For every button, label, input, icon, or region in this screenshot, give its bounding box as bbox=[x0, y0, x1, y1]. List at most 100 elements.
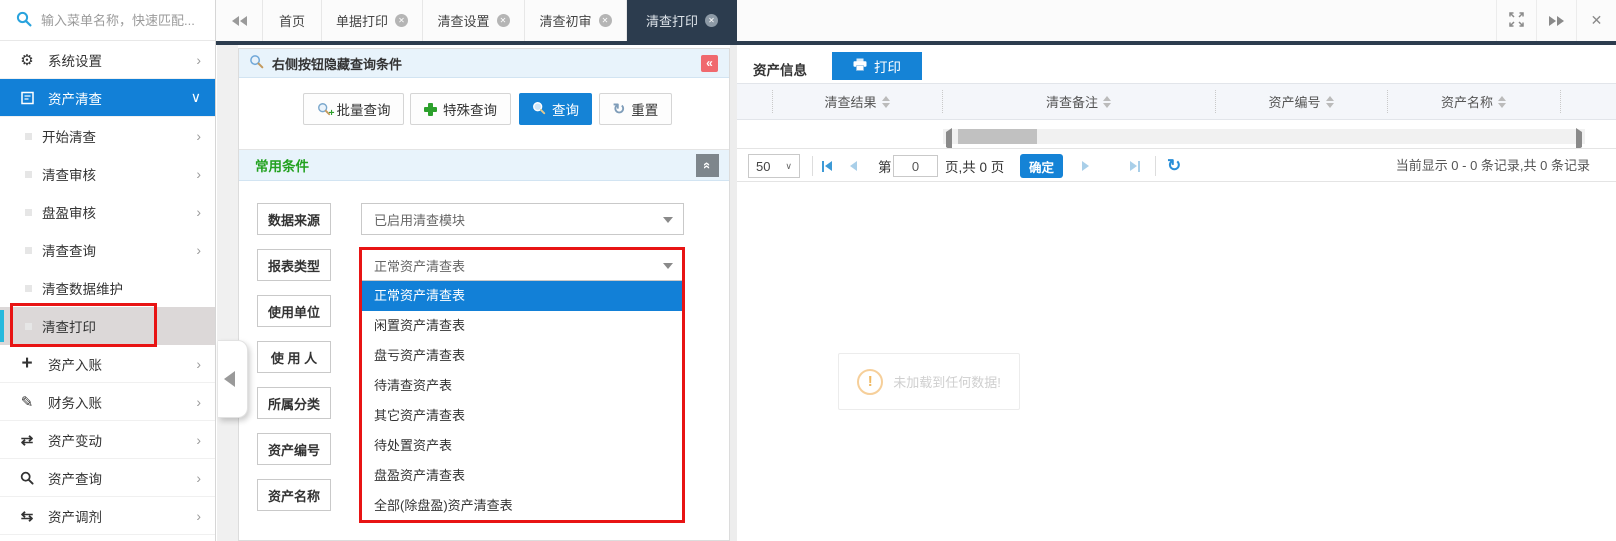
report-type-dropdown: 正常资产清查表 闲置资产清查表 盘亏资产清查表 待清查资产表 其它资产清查表 待… bbox=[362, 281, 682, 521]
panel-divider bbox=[730, 45, 737, 541]
column-header-inventory-result[interactable]: 清查结果 bbox=[772, 84, 942, 119]
page-prefix-label: 第 bbox=[878, 149, 892, 183]
sidebar-item-finance-entry[interactable]: ✎ 财务入账 › bbox=[0, 383, 215, 421]
tab-inventory-first-review[interactable]: 清查初审 ✕ bbox=[525, 0, 627, 41]
search-icon bbox=[16, 471, 38, 485]
magnifier-icon bbox=[249, 54, 264, 72]
chevron-right-icon: › bbox=[196, 470, 201, 486]
asset-panel: 资产信息 打印 清查结果 清查备注 资产编号 资产名称 bbox=[737, 45, 1616, 541]
divider bbox=[812, 156, 813, 176]
close-icon: ✕ bbox=[1591, 12, 1603, 29]
field-label-data-source: 数据来源 bbox=[257, 203, 331, 235]
hide-panel-button[interactable]: « bbox=[701, 55, 718, 72]
sidebar-item-asset-adjust[interactable]: ⇆ 资产调剂 › bbox=[0, 497, 215, 535]
refresh-button[interactable]: ↻ bbox=[1167, 149, 1181, 183]
sidebar-item-inventory-data-maintenance[interactable]: 清查数据维护 bbox=[0, 269, 215, 307]
report-type-select[interactable]: 正常资产清查表 bbox=[361, 249, 684, 281]
query-panel-header: 右侧按钮隐藏查询条件 « bbox=[239, 49, 729, 78]
sidebar-item-asset-query[interactable]: 资产查询 › bbox=[0, 459, 215, 497]
special-query-button[interactable]: 特殊查询 bbox=[410, 93, 511, 125]
prev-page-button[interactable] bbox=[850, 149, 857, 183]
field-label-category: 所属分类 bbox=[257, 387, 331, 419]
sidebar-item-inventory-print[interactable]: 清查打印 bbox=[0, 307, 215, 345]
scrollbar-thumb[interactable] bbox=[958, 129, 1037, 144]
bullet-icon bbox=[25, 323, 32, 330]
menu-search-input[interactable] bbox=[41, 13, 209, 28]
dropdown-option[interactable]: 其它资产清查表 bbox=[362, 401, 682, 431]
fullscreen-button[interactable] bbox=[1496, 0, 1536, 41]
dropdown-option[interactable]: 闲置资产清查表 bbox=[362, 311, 682, 341]
gear-icon: ⚙ bbox=[16, 51, 38, 69]
tab-document-print[interactable]: 单据打印 ✕ bbox=[322, 0, 423, 41]
confirm-page-button[interactable]: 确定 bbox=[1020, 154, 1063, 178]
sidebar-item-system-settings[interactable]: ⚙ 系统设置 › bbox=[0, 41, 215, 79]
tab-inventory-settings[interactable]: 清查设置 ✕ bbox=[423, 0, 525, 41]
left-gutter bbox=[217, 45, 238, 541]
query-button[interactable]: 查询 bbox=[519, 93, 592, 125]
caret-down-icon bbox=[663, 263, 673, 269]
sidebar-item-asset-change[interactable]: ⇄ 资产变动 › bbox=[0, 421, 215, 459]
close-icon[interactable]: ✕ bbox=[705, 14, 718, 27]
scroll-right-arrow-icon[interactable] bbox=[1576, 132, 1582, 147]
green-cross-icon bbox=[424, 103, 437, 116]
last-page-icon bbox=[1130, 161, 1140, 172]
field-label-user: 使 用 人 bbox=[257, 341, 331, 373]
tab-home[interactable]: 首页 bbox=[263, 0, 322, 41]
next-page-button[interactable] bbox=[1082, 149, 1089, 183]
column-header-asset-code[interactable]: 资产编号 bbox=[1215, 84, 1387, 119]
bullet-icon bbox=[25, 285, 32, 292]
close-icon[interactable]: ✕ bbox=[395, 14, 408, 27]
data-source-select[interactable]: 已启用清查模块 bbox=[361, 203, 684, 235]
sidebar-item-start-inventory[interactable]: 开始清查 › bbox=[0, 117, 215, 155]
scroll-left-arrow-icon[interactable] bbox=[946, 132, 952, 147]
field-label-report-type: 报表类型 bbox=[257, 249, 331, 281]
sidebar-collapse-handle[interactable] bbox=[218, 340, 248, 418]
double-chevron-left-icon bbox=[232, 16, 247, 26]
dropdown-option[interactable]: 盘盈资产清查表 bbox=[362, 461, 682, 491]
dropdown-option[interactable]: 待清查资产表 bbox=[362, 371, 682, 401]
magnifier-plus-icon: + bbox=[317, 102, 331, 116]
tab-scroll-left-button[interactable] bbox=[216, 0, 263, 41]
dropdown-option[interactable]: 全部(除盘盈)资产清查表 bbox=[362, 491, 682, 521]
chevron-right-icon: › bbox=[196, 204, 201, 220]
sidebar-item-asset-inventory[interactable]: 资产清查 ∨ bbox=[0, 79, 215, 117]
first-page-button[interactable] bbox=[822, 149, 832, 183]
reset-button[interactable]: ↻ 重置 bbox=[599, 93, 672, 125]
page-number-input[interactable] bbox=[893, 155, 938, 177]
close-icon[interactable]: ✕ bbox=[497, 14, 510, 27]
forward-button[interactable] bbox=[1536, 0, 1576, 41]
double-chevron-right-icon bbox=[1549, 16, 1564, 26]
sidebar-item-surplus-review[interactable]: 盘盈审核 › bbox=[0, 193, 215, 231]
dropdown-option[interactable]: 待处置资产表 bbox=[362, 431, 682, 461]
chevron-right-icon: › bbox=[196, 128, 201, 144]
close-icon[interactable]: ✕ bbox=[599, 14, 612, 27]
caret-down-icon bbox=[663, 217, 673, 223]
column-header-asset-name[interactable]: 资产名称 bbox=[1387, 84, 1560, 119]
triangle-left-icon bbox=[224, 371, 235, 387]
section-collapse-button[interactable]: « bbox=[696, 154, 719, 177]
batch-query-button[interactable]: + 批量查询 bbox=[303, 93, 404, 125]
bullet-icon bbox=[25, 247, 32, 254]
field-label-asset-code: 资产编号 bbox=[257, 433, 331, 465]
empty-state-text: 未加载到任何数据! bbox=[893, 372, 1001, 391]
column-header-inventory-remark[interactable]: 清查备注 bbox=[942, 84, 1215, 119]
sort-icon bbox=[1498, 96, 1506, 108]
page-size-select[interactable]: 50 ∨ bbox=[748, 154, 800, 178]
sidebar-item-asset-entry[interactable]: + 资产入账 › bbox=[0, 345, 215, 383]
sidebar-item-inventory-review[interactable]: 清查审核 › bbox=[0, 155, 215, 193]
tab-bar: 首页 单据打印 ✕ 清查设置 ✕ 清查初审 ✕ 清查打印 ✕ bbox=[216, 0, 1616, 41]
bullet-icon bbox=[25, 133, 32, 140]
fullscreen-icon bbox=[1509, 12, 1524, 30]
horizontal-scrollbar[interactable] bbox=[943, 129, 1585, 144]
prev-page-icon bbox=[850, 161, 857, 171]
shuffle-icon: ⇄ bbox=[16, 431, 38, 449]
print-button[interactable]: 打印 bbox=[832, 52, 922, 80]
close-button[interactable]: ✕ bbox=[1576, 0, 1616, 41]
window-controls: ✕ bbox=[1496, 0, 1616, 41]
sidebar-item-inventory-query[interactable]: 清查查询 › bbox=[0, 231, 215, 269]
dropdown-option[interactable]: 正常资产清查表 bbox=[362, 281, 682, 311]
dropdown-option[interactable]: 盘亏资产清查表 bbox=[362, 341, 682, 371]
last-page-button[interactable] bbox=[1130, 149, 1140, 183]
search-icon bbox=[16, 11, 32, 30]
tab-inventory-print[interactable]: 清查打印 ✕ bbox=[627, 0, 737, 41]
